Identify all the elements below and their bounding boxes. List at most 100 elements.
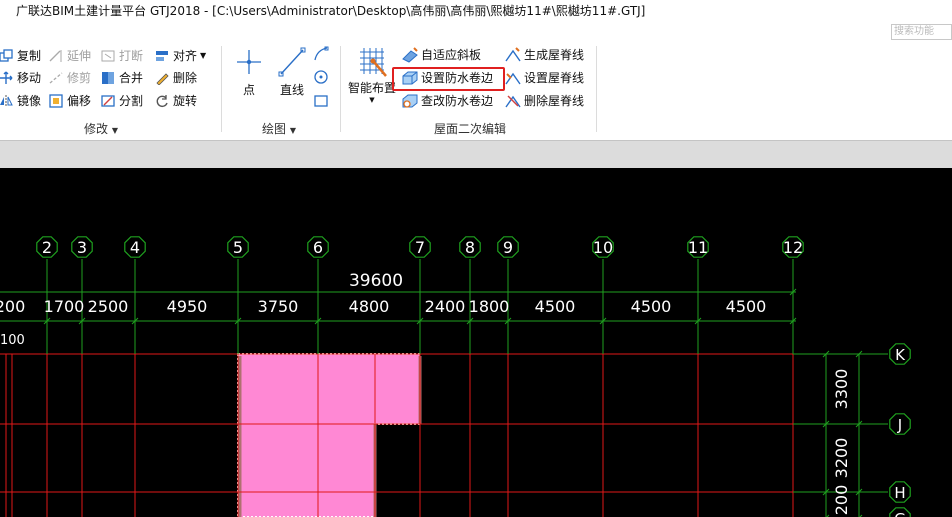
point-label: 点 bbox=[242, 83, 255, 97]
adaptive-slab-label: 自适应斜板 bbox=[421, 48, 482, 62]
roof-edit-group-label: 屋面二次编辑 bbox=[434, 122, 507, 136]
smart-layout-label: 智能布置 bbox=[347, 81, 396, 95]
adaptive-slab-button[interactable]: 自适应斜板 bbox=[402, 45, 481, 65]
chevron-down-icon: ▼ bbox=[369, 96, 375, 104]
dimension-label: 4500 bbox=[726, 297, 767, 316]
generate-ridge-label: 生成屋脊线 bbox=[524, 48, 585, 62]
copy-button[interactable]: 复制 bbox=[0, 46, 41, 66]
extend-button[interactable]: 延伸 bbox=[48, 46, 91, 66]
axis-label: 9 bbox=[503, 238, 513, 257]
offset-label: 偏移 bbox=[67, 94, 92, 108]
merge-label: 合并 bbox=[119, 71, 144, 85]
offset-icon bbox=[48, 93, 64, 109]
chevron-down-icon: ▼ bbox=[200, 51, 207, 60]
smart-layout-icon bbox=[360, 48, 387, 77]
trim-button[interactable]: 修剪 bbox=[48, 68, 91, 88]
trim-label: 修剪 bbox=[67, 71, 92, 85]
circle-icon bbox=[313, 69, 329, 85]
dimension-label: 4500 bbox=[535, 297, 576, 316]
adaptive-slab-icon bbox=[402, 47, 418, 63]
dimension-total: 39600 bbox=[349, 271, 403, 291]
set-ridge-button[interactable]: 设置屋脊线 bbox=[505, 68, 584, 88]
dimension-label: 2400 bbox=[425, 297, 466, 316]
dimension-label-row: 200 bbox=[832, 485, 851, 516]
axis-label: 8 bbox=[465, 238, 475, 257]
copy-icon bbox=[0, 48, 14, 64]
window-title: 广联达BIM土建计量平台 GTJ2018 - [C:\Users\Adminis… bbox=[0, 0, 952, 24]
separator bbox=[221, 46, 222, 132]
axis-label: H bbox=[894, 484, 905, 502]
mirror-button[interactable]: 镜像 bbox=[0, 91, 41, 111]
arc-button[interactable] bbox=[313, 44, 332, 64]
delete-label: 删除 bbox=[173, 71, 198, 85]
split-button[interactable]: 分割 bbox=[100, 91, 143, 111]
line-label: 直线 bbox=[279, 83, 304, 97]
break-button[interactable]: 打断 bbox=[100, 46, 143, 66]
dimension-label: 4800 bbox=[349, 297, 390, 316]
line-button[interactable]: 直线 bbox=[275, 46, 309, 98]
rectangle-button[interactable] bbox=[313, 91, 332, 111]
delete-button[interactable]: 删除 bbox=[154, 68, 197, 88]
delete-ridge-button[interactable]: 删除屋脊线 bbox=[505, 91, 584, 111]
search-input[interactable]: 搜索功能 bbox=[891, 24, 952, 40]
check-waterproof-edge-icon bbox=[402, 93, 418, 109]
axis-label: 11 bbox=[688, 238, 708, 257]
align-label: 对齐 bbox=[173, 49, 198, 63]
dimension-label-partial: 100 bbox=[0, 333, 25, 348]
arc-icon bbox=[313, 46, 329, 62]
axis-label: 4 bbox=[130, 238, 140, 257]
point-button[interactable]: 点 bbox=[232, 46, 266, 98]
draw-group-label[interactable]: 绘图 ▼ bbox=[262, 120, 296, 137]
axis-label: 3 bbox=[77, 238, 87, 257]
point-icon bbox=[237, 50, 261, 74]
split-icon bbox=[100, 93, 116, 109]
ribbon: 复制 移动 镜像 延伸 修剪 偏移 打断 合并 分割 对齐 ▼ 删除 旋转 修改… bbox=[0, 40, 952, 140]
rotate-button[interactable]: 旋转 bbox=[154, 91, 197, 111]
move-button[interactable]: 移动 bbox=[0, 68, 41, 88]
axis-label: 10 bbox=[593, 238, 613, 257]
axis-label: 7 bbox=[415, 238, 425, 257]
rotate-label: 旋转 bbox=[173, 94, 198, 108]
extend-label: 延伸 bbox=[67, 49, 92, 63]
copy-label: 复制 bbox=[17, 49, 42, 63]
merge-button[interactable]: 合并 bbox=[100, 68, 143, 88]
rectangle-icon bbox=[313, 93, 329, 109]
trim-icon bbox=[48, 70, 64, 86]
circle-button[interactable] bbox=[313, 67, 332, 87]
break-label: 打断 bbox=[119, 49, 144, 63]
offset-button[interactable]: 偏移 bbox=[48, 91, 91, 111]
axis-label: 2 bbox=[42, 238, 52, 257]
dimension-label-row: 3300 bbox=[832, 369, 851, 410]
delete-ridge-label: 删除屋脊线 bbox=[524, 94, 585, 108]
merge-icon bbox=[100, 70, 116, 86]
separator bbox=[596, 46, 597, 132]
check-waterproof-edge-label: 查改防水卷边 bbox=[421, 94, 494, 108]
break-icon bbox=[100, 48, 116, 64]
move-icon bbox=[0, 70, 14, 86]
dimension-label: 2500 bbox=[88, 297, 129, 316]
dimension-label: 1700 bbox=[44, 297, 85, 316]
move-label: 移动 bbox=[17, 71, 42, 85]
chevron-down-icon: ▼ bbox=[289, 126, 296, 135]
extend-icon bbox=[48, 48, 64, 64]
align-icon bbox=[154, 48, 170, 64]
dimension-label: 3750 bbox=[258, 297, 299, 316]
drawing-canvas[interactable]: 39600 200 17002500 4950 3750 4800 24001800 4500… bbox=[0, 168, 952, 517]
modify-group-label[interactable]: 修改 ▼ bbox=[84, 120, 118, 137]
dimension-label: 1800 bbox=[469, 297, 510, 316]
separator bbox=[340, 46, 341, 132]
highlight-box bbox=[392, 67, 505, 91]
chevron-down-icon: ▼ bbox=[111, 126, 118, 135]
line-icon bbox=[278, 47, 306, 77]
check-waterproof-edge-button[interactable]: 查改防水卷边 bbox=[402, 91, 493, 111]
slab-region bbox=[237, 353, 421, 517]
mirror-icon bbox=[0, 93, 14, 109]
drawing-svg: 39600 200 17002500 4950 3750 4800 24001800 4500… bbox=[0, 236, 911, 517]
delete-ridge-icon bbox=[505, 93, 521, 109]
delete-icon bbox=[154, 70, 170, 86]
axis-label: K bbox=[895, 346, 906, 364]
generate-ridge-button[interactable]: 生成屋脊线 bbox=[505, 45, 584, 65]
generate-ridge-icon bbox=[505, 47, 521, 63]
align-button[interactable]: 对齐 ▼ bbox=[154, 46, 206, 66]
smart-layout-button[interactable]: 智能布置 ▼ bbox=[346, 46, 398, 104]
